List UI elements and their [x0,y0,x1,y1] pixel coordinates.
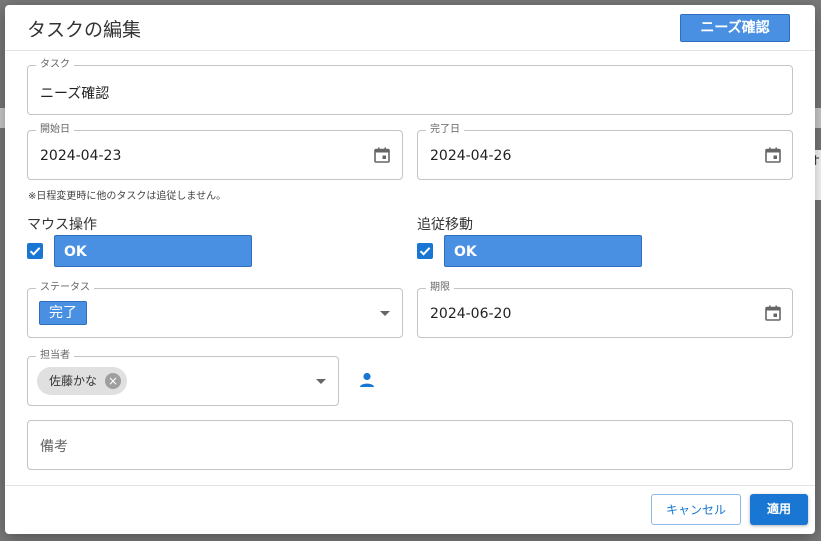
end-date-label: 完了日 [426,124,464,136]
edit-task-dialog: タスクの編集 ニーズ確認 タスク ニーズ確認 開始日 2024-04-23 完了… [5,5,815,534]
follow-move-checkbox[interactable] [417,243,433,259]
dialog-header: タスクの編集 ニーズ確認 [5,5,815,51]
close-icon[interactable]: × [105,373,122,389]
mouse-op-label: マウス操作 [27,217,97,233]
status-value-chip: 完了 [39,301,87,325]
status-select[interactable]: ステータス 完了 [27,282,403,338]
calendar-icon[interactable] [374,147,390,163]
follow-move-label: 追従移動 [417,217,473,233]
deadline-field[interactable]: 期限 2024-06-20 [417,282,793,338]
remarks-placeholder: 備考 [40,439,68,455]
end-date-field[interactable]: 完了日 2024-04-26 [417,124,793,180]
task-label: タスク [36,59,74,71]
task-value: ニーズ確認 [40,86,110,102]
task-name-badge: ニーズ確認 [680,14,790,42]
start-date-field[interactable]: 開始日 2024-04-23 [27,124,403,180]
mouse-op-checkbox[interactable] [27,243,43,259]
check-icon [419,247,431,256]
calendar-icon[interactable] [765,147,781,163]
mouse-op-ok: OK [54,235,252,267]
dialog-title: タスクの編集 [27,19,142,41]
deadline-label: 期限 [426,282,454,294]
start-date-label: 開始日 [36,124,74,136]
cancel-button[interactable]: キャンセル [651,494,741,525]
chevron-down-icon[interactable] [380,311,390,316]
apply-button[interactable]: 適用 [750,494,808,525]
calendar-icon[interactable] [765,305,781,321]
status-label: ステータス [36,282,94,294]
start-date-value: 2024-04-23 [40,148,122,164]
dialog-footer: キャンセル 適用 [5,485,815,535]
assignee-select[interactable]: 担当者 佐藤かな × [27,350,339,406]
person-icon[interactable] [358,371,376,389]
assignee-chip: 佐藤かな × [37,367,128,395]
deadline-value: 2024-06-20 [430,306,512,322]
schedule-note: ※日程変更時に他のタスクは追従しません。 [28,191,227,202]
task-field[interactable]: タスク ニーズ確認 [27,59,793,115]
remarks-field[interactable]: 備考 [27,420,793,470]
check-icon [29,247,41,256]
assignee-label: 担当者 [36,350,74,362]
chevron-down-icon[interactable] [316,379,326,384]
assignee-chip-label: 佐藤かな [49,374,98,388]
end-date-value: 2024-04-26 [430,148,512,164]
follow-move-ok: OK [444,235,642,267]
